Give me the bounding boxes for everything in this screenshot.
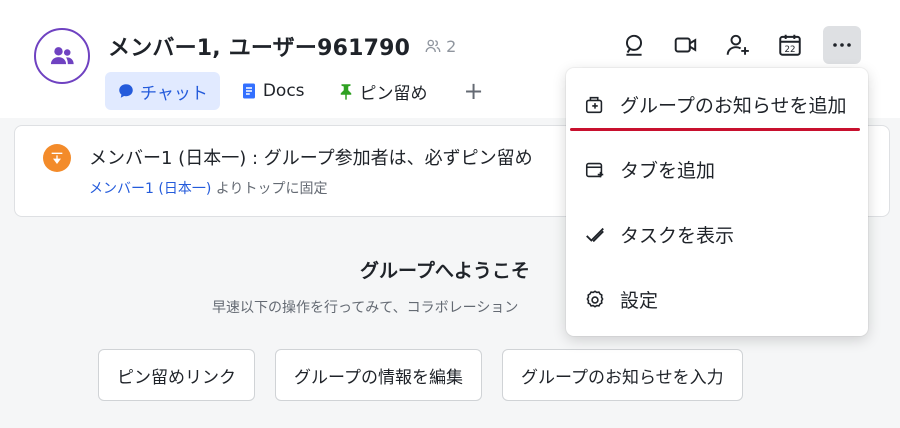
chat-title[interactable]: メンバー1, ユーザー961790 <box>108 30 410 62</box>
task-check-icon <box>586 227 604 242</box>
menu-item-show-tasks[interactable]: タスクを表示 <box>566 202 868 267</box>
menu-item-add-announcement[interactable]: グループのお知らせを追加 <box>566 72 868 137</box>
gear-icon <box>586 289 604 308</box>
menu-item-add-tab[interactable]: タブを追加 <box>566 137 868 202</box>
calendar-day: 22 <box>784 45 795 55</box>
menu-item-settings[interactable]: 設定 <box>566 267 868 332</box>
members-icon <box>425 39 441 53</box>
quick-actions: ピン留めリンク グループの情報を編集 グループのお知らせを入力 <box>98 349 763 401</box>
tab-docs[interactable]: Docs <box>228 72 317 110</box>
menu-item-show-tasks-label: タスクを表示 <box>620 225 735 247</box>
menu-item-add-announcement-label: グループのお知らせを追加 <box>620 95 847 117</box>
video-call-button[interactable] <box>667 26 705 64</box>
welcome-title: グループへようこそ <box>360 260 530 282</box>
tab-chat-label: チャット <box>140 83 208 104</box>
pin-icon <box>340 84 351 100</box>
tab-docs-label: Docs <box>262 81 305 101</box>
add-member-icon <box>726 34 749 55</box>
member-count[interactable]: 2 <box>424 37 456 56</box>
calendar-button[interactable]: 22 <box>771 26 809 64</box>
add-member-button[interactable] <box>719 26 757 64</box>
edit-group-info-button[interactable]: グループの情報を編集 <box>275 349 482 401</box>
chat-tabs: チャット Docs ピン留め + <box>105 72 490 110</box>
tab-chat[interactable]: チャット <box>105 72 220 110</box>
more-menu: グループのお知らせを追加 タブを追加 タスクを表示 設定 <box>566 68 868 336</box>
pinned-by: メンバー1 (日本一) よりトップに固定 <box>89 178 327 198</box>
more-button[interactable] <box>823 26 861 64</box>
calendar-icon: 22 <box>779 34 801 56</box>
pinned-message-text: メンバー1 (日本一) : グループ参加者は、必ずピン留め <box>89 148 533 169</box>
docs-icon <box>242 83 255 99</box>
highlight-underline <box>570 128 860 131</box>
menu-item-add-tab-label: タブを追加 <box>620 160 716 182</box>
chat-bubble-icon <box>119 84 133 98</box>
pinned-avatar <box>43 144 71 172</box>
group-icon <box>50 47 74 65</box>
pinned-by-user-link[interactable]: メンバー1 (日本一) <box>89 181 211 197</box>
tab-pins-label: ピン留め <box>359 83 428 104</box>
more-icon <box>833 43 851 47</box>
menu-item-settings-label: 設定 <box>620 290 659 312</box>
search-button[interactable] <box>615 26 653 64</box>
pin-link-button[interactable]: ピン留めリンク <box>98 349 255 401</box>
member-count-value: 2 <box>446 36 457 56</box>
add-tab-icon <box>585 162 604 177</box>
search-icon <box>625 34 643 56</box>
header-toolbar: 22 <box>615 26 861 64</box>
enter-announcement-button[interactable]: グループのお知らせを入力 <box>501 349 743 401</box>
pinned-by-suffix: よりトップに固定 <box>211 181 328 197</box>
video-call-icon <box>674 37 697 53</box>
announcement-icon <box>585 96 603 113</box>
group-avatar[interactable] <box>34 28 90 84</box>
tab-pins[interactable]: ピン留め <box>325 72 440 110</box>
welcome-subtitle: 早速以下の操作を行ってみて、コラボレーション <box>212 300 519 316</box>
pin-white-icon <box>51 152 63 164</box>
add-tab-button[interactable]: + <box>458 77 490 105</box>
